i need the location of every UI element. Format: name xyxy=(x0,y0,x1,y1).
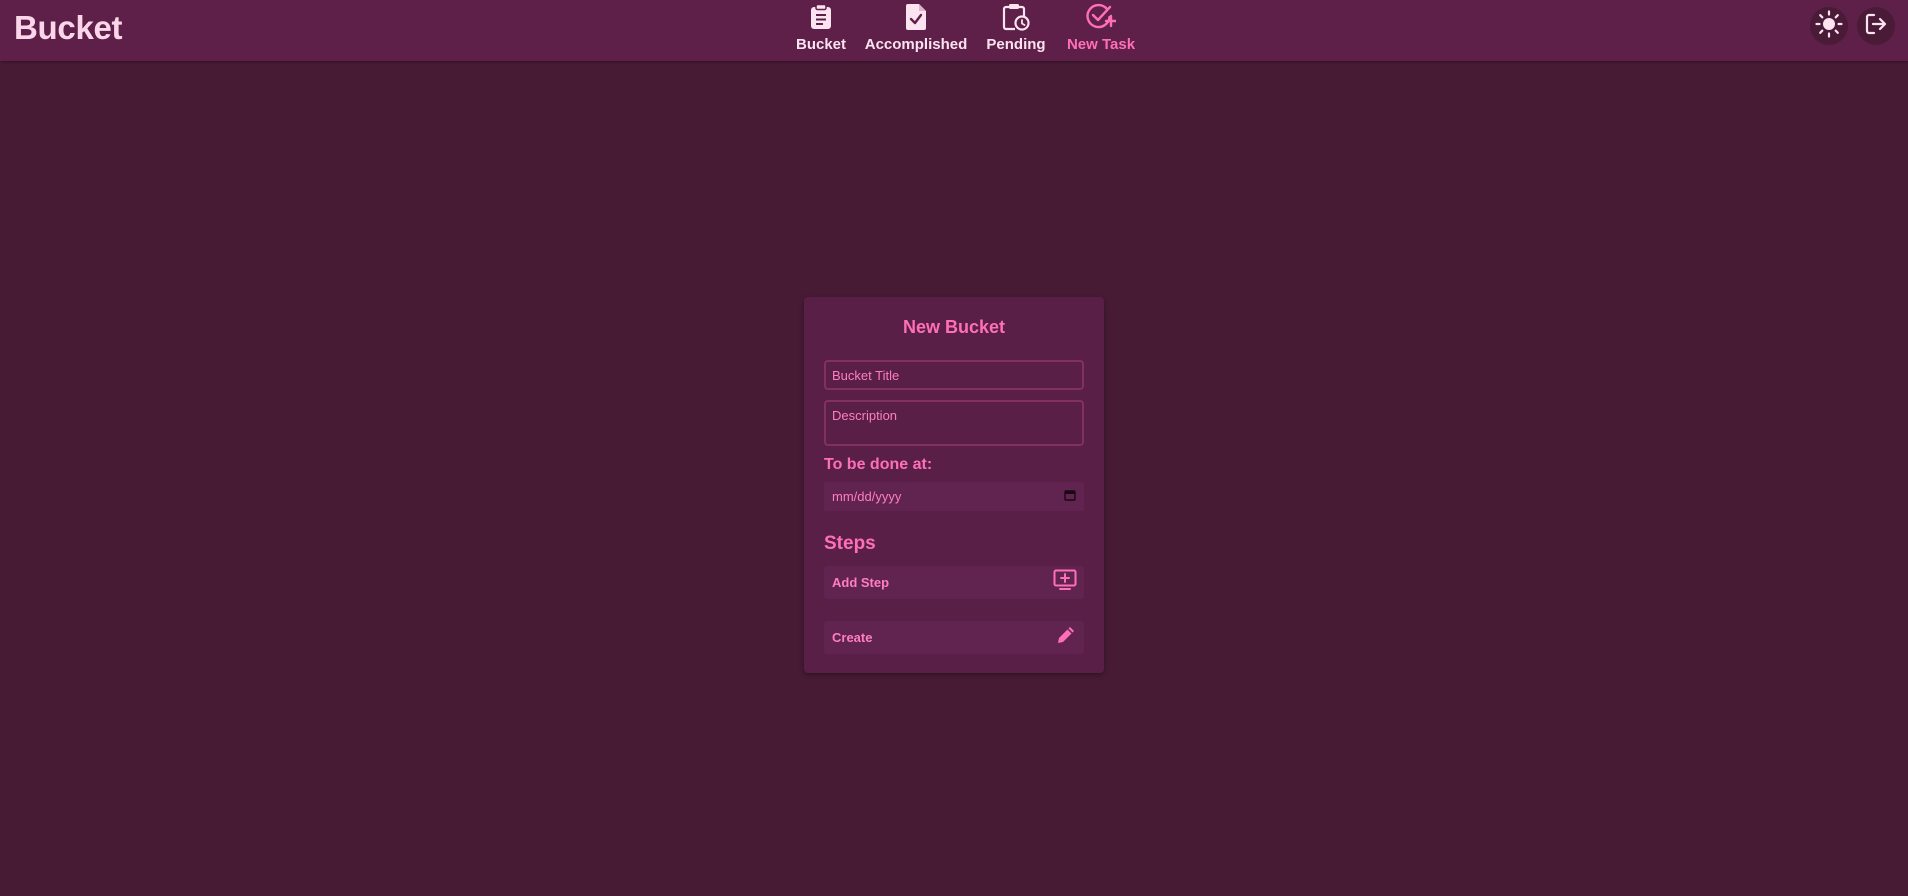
circle-check-plus-icon xyxy=(1086,2,1116,32)
date-input[interactable]: mm/dd/yyyy xyxy=(824,482,1084,511)
description-input[interactable] xyxy=(824,400,1084,446)
main-nav: Bucket Accomplished Pending New Task xyxy=(0,0,1908,61)
clipboard-list-icon xyxy=(809,2,833,32)
bucket-title-input[interactable] xyxy=(824,360,1084,390)
form-title: New Bucket xyxy=(902,317,1006,337)
theme-toggle-button[interactable] xyxy=(1810,7,1848,45)
clipboard-clock-icon xyxy=(1002,2,1030,32)
nav-item-bucket[interactable]: Bucket xyxy=(795,0,847,61)
logout-button[interactable] xyxy=(1857,7,1895,45)
pencil-icon xyxy=(1055,624,1077,651)
steps-heading: Steps xyxy=(824,533,876,554)
add-step-label: Add Step xyxy=(832,575,890,590)
logout-icon xyxy=(1864,12,1888,41)
top-bar: Bucket Bucket Accomplished Pending New T… xyxy=(0,0,1908,61)
add-box-icon xyxy=(1053,569,1077,596)
calendar-icon[interactable] xyxy=(1064,488,1076,506)
nav-item-new-task[interactable]: New Task xyxy=(1066,0,1136,61)
nav-item-pending[interactable]: Pending xyxy=(985,0,1047,61)
sun-icon xyxy=(1815,9,1843,43)
nav-label: Pending xyxy=(986,36,1046,53)
date-placeholder: mm/dd/yyyy xyxy=(832,489,902,504)
nav-item-accomplished[interactable]: Accomplished xyxy=(864,0,968,61)
date-label: To be done at: xyxy=(824,456,933,473)
create-button[interactable]: Create xyxy=(824,621,1084,654)
add-step-button[interactable]: Add Step xyxy=(824,566,1084,599)
nav-label: New Task xyxy=(1066,36,1136,53)
new-bucket-form: New Bucket To be done at: mm/dd/yyyy Ste… xyxy=(804,297,1104,673)
nav-label: Accomplished xyxy=(864,36,968,53)
nav-label: Bucket xyxy=(795,36,847,53)
create-label: Create xyxy=(832,630,873,645)
file-check-icon xyxy=(905,2,927,32)
